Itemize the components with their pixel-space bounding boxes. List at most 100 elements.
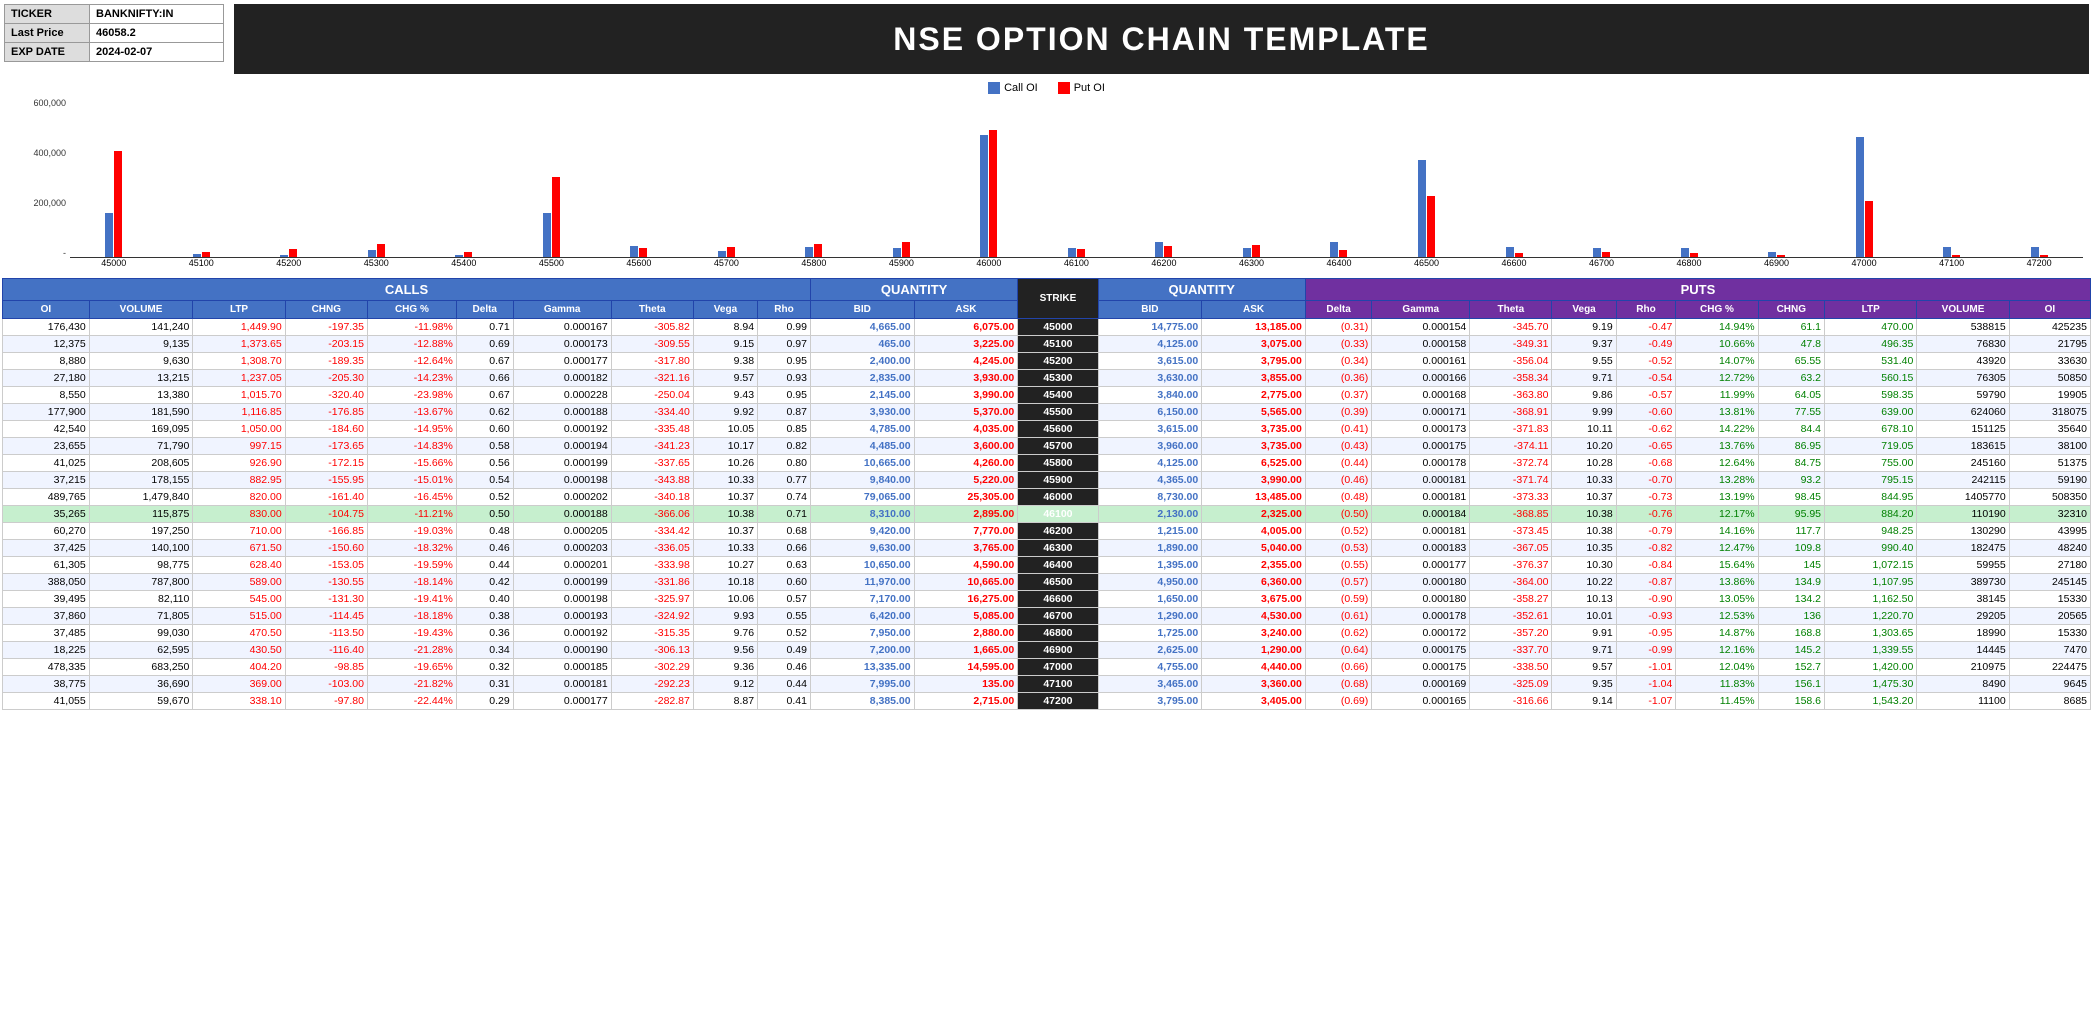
put-cell-11: 32310 [2009,506,2090,523]
put-legend-box [1058,82,1070,94]
put-cell-3: 0.000177 [1372,557,1470,574]
cell-1: 178,155 [89,472,193,489]
put-cell-1: 2,355.00 [1202,557,1306,574]
cell-1: 683,250 [89,659,193,676]
put-cell-9: 560.15 [1825,370,1917,387]
put-cell-7: 13.05% [1676,591,1758,608]
cell-5: 0.36 [456,625,513,642]
cell-4: -16.45% [367,489,456,506]
cell-9: 0.44 [758,676,811,693]
cell-4: -19.03% [367,523,456,540]
cell-4: -15.66% [367,455,456,472]
put-cell-5: 10.37 [1552,489,1616,506]
cell-0: 41,055 [3,693,90,710]
call-bar-45400 [455,255,463,257]
cell-7: -306.13 [611,642,693,659]
cell-8: 9.93 [693,608,757,625]
put-cell-5: 10.01 [1552,608,1616,625]
put-cell-0: 8,730.00 [1098,489,1202,506]
x-label-47000: 47000 [1820,258,1908,268]
cell-9: 0.55 [758,608,811,625]
strike-group-45700 [683,247,771,257]
put-cell-9: 844.95 [1825,489,1917,506]
cell-5: 0.29 [456,693,513,710]
put-cell-5: 9.37 [1552,336,1616,353]
y-label-3: 200,000 [33,198,66,208]
put-cell-7: 11.99% [1676,387,1758,404]
cell-3: -173.65 [285,438,367,455]
put-cell-10: 538815 [1917,319,2009,336]
cell-2: 820.00 [193,489,285,506]
cell-2: 1,373.65 [193,336,285,353]
cell-10: 7,170.00 [810,591,914,608]
put-cell-8: 156.1 [1758,676,1824,693]
cell-5: 0.52 [456,489,513,506]
table-row: 41,025208,605926.90-172.15-15.66%0.560.0… [3,455,2091,472]
table-row: 176,430141,2401,449.90-197.35-11.98%0.71… [3,319,2091,336]
put-cell-3: 0.000184 [1372,506,1470,523]
put-cell-1: 13,185.00 [1202,319,1306,336]
cell-11: 7,770.00 [914,523,1018,540]
cell-5: 0.58 [456,438,513,455]
put-cell-3: 0.000165 [1372,693,1470,710]
strike-group-46700 [1558,248,1646,257]
put-cell-11: 15330 [2009,591,2090,608]
put-cell-10: 182475 [1917,540,2009,557]
put-cell-1: 3,675.00 [1202,591,1306,608]
put-cell-8: 117.7 [1758,523,1824,540]
cell-6: 0.000201 [513,557,611,574]
put-cell-4: -372.74 [1470,455,1552,472]
put-cell-9: 1,475.30 [1825,676,1917,693]
put-cell-4: -368.91 [1470,404,1552,421]
cell-2: 628.40 [193,557,285,574]
put-cell-0: 1,650.00 [1098,591,1202,608]
cell-7: -282.87 [611,693,693,710]
cell-0: 41,025 [3,455,90,472]
cell-6: 0.000181 [513,676,611,693]
last-price-value: 46058.2 [90,24,142,42]
cell-11: 14,595.00 [914,659,1018,676]
cell-9: 0.97 [758,336,811,353]
put-cell-6: -0.49 [1616,336,1676,353]
put-cell-3: 0.000175 [1372,438,1470,455]
put-cell-9: 678.10 [1825,421,1917,438]
put-cell-1: 3,795.00 [1202,353,1306,370]
put-cell-4: -368.85 [1470,506,1552,523]
col-header-call-gamma: Gamma [513,301,611,319]
put-cell-3: 0.000175 [1372,642,1470,659]
page-title: NSE OPTION CHAIN TEMPLATE [893,21,1430,58]
x-label-46100: 46100 [1033,258,1121,268]
cell-8: 10.37 [693,523,757,540]
ticker-value: BANKNIFTY:IN [90,5,179,23]
put-cell-8: 136 [1758,608,1824,625]
strike-group-47200 [1995,247,2083,257]
x-label-45800: 45800 [770,258,858,268]
put-cell-6: -0.99 [1616,642,1676,659]
cell-7: -333.98 [611,557,693,574]
put-cell-6: -0.54 [1616,370,1676,387]
x-label-46500: 46500 [1383,258,1471,268]
cell-0: 37,485 [3,625,90,642]
put-cell-4: -364.00 [1470,574,1552,591]
page-container: TICKER BANKNIFTY:IN Last Price 46058.2 E… [0,0,2093,710]
put-bar-45100 [202,252,210,257]
cell-8: 9.92 [693,404,757,421]
put-cell-11: 425235 [2009,319,2090,336]
cell-0: 8,880 [3,353,90,370]
put-cell-3: 0.000180 [1372,574,1470,591]
put-cell-7: 12.72% [1676,370,1758,387]
put-cell-2: (0.41) [1305,421,1371,438]
put-cell-10: 1405770 [1917,489,2009,506]
put-cell-2: (0.68) [1305,676,1371,693]
y-label-1: 600,000 [33,98,66,108]
call-bar-46300 [1243,248,1251,257]
put-bar-47100 [1952,255,1960,257]
cell-6: 0.000192 [513,625,611,642]
put-cell-9: 1,162.50 [1825,591,1917,608]
cell-8: 10.26 [693,455,757,472]
col-header-put-ltp: LTP [1825,301,1917,319]
cell-7: -325.97 [611,591,693,608]
cell-9: 0.93 [758,370,811,387]
cell-4: -15.01% [367,472,456,489]
cell-2: 369.00 [193,676,285,693]
